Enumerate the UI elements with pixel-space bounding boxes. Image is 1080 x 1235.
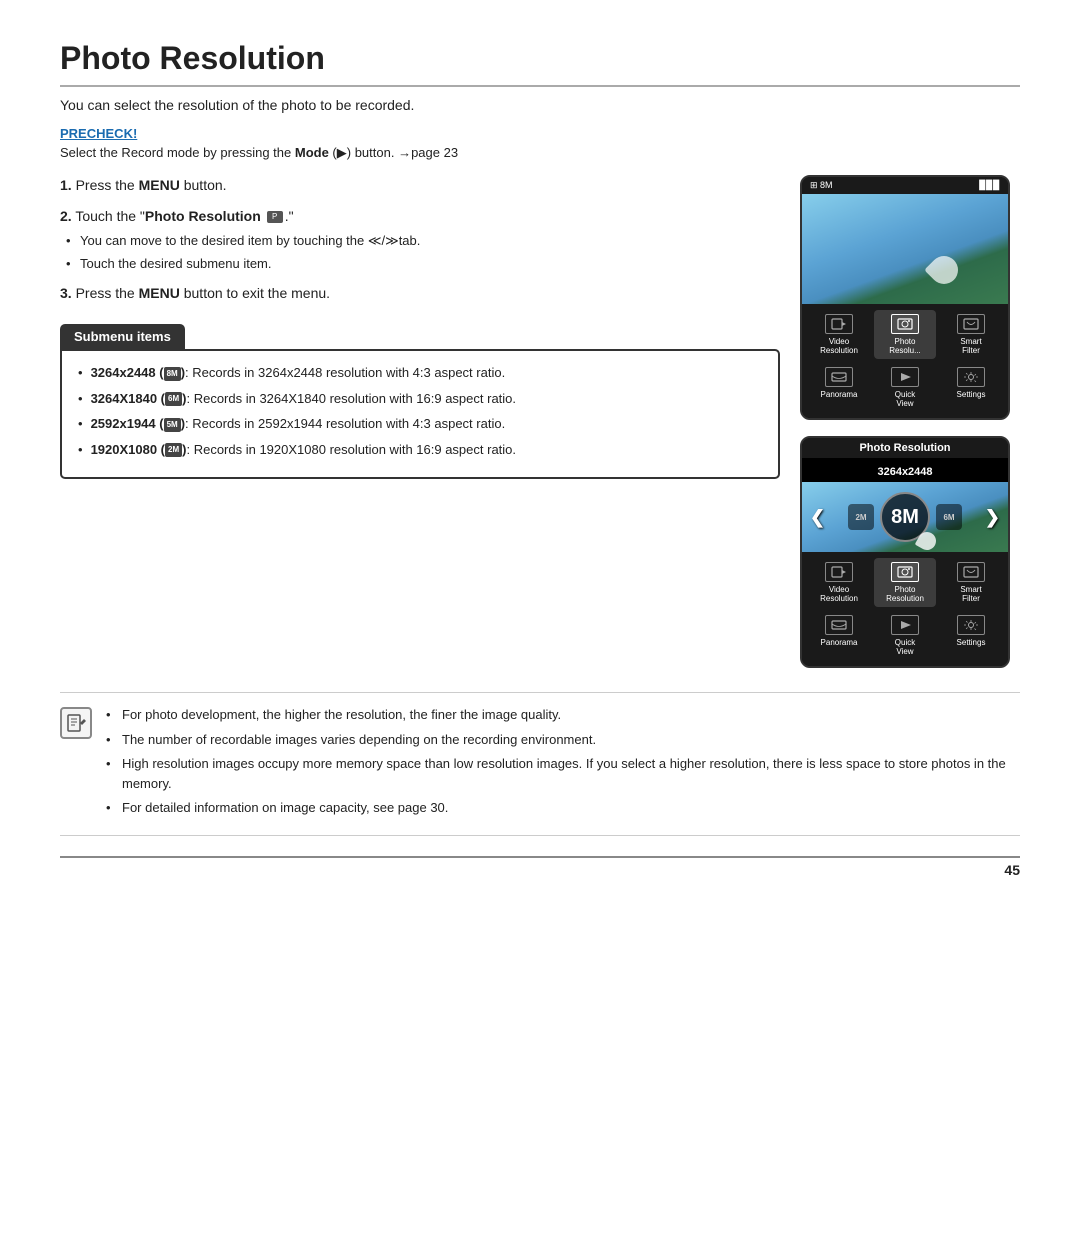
precheck-desc: Select the Record mode by pressing the M…: [60, 145, 1020, 161]
precheck-link[interactable]: PRECHECK!: [60, 126, 137, 141]
camera-menu-grid-1: Video Resolution Photo Resolu... Smart F…: [802, 304, 1008, 418]
camera-top-bar-1: ⊞ 8M ▉▉▉: [802, 177, 1008, 194]
badge-6m: 6M: [165, 392, 182, 406]
resolution-selector: 3264x2448: [802, 458, 1008, 482]
menu-video-res-2: Video Resolution: [808, 558, 870, 607]
carousel-left-arrow[interactable]: ❮: [810, 507, 825, 528]
badge-5m: 5M: [164, 418, 181, 432]
page-number-container: 45: [60, 856, 1020, 878]
submenu-item-2: 3264X1840 (6M): Records in 3264X1840 res…: [78, 389, 762, 409]
camera-image-1: [802, 194, 1008, 304]
mode-icon: ▶: [337, 145, 347, 160]
page-title: Photo Resolution: [60, 40, 1020, 87]
carousel-item-6m: 6M: [936, 504, 962, 530]
panorama-icon-2: [825, 615, 853, 635]
step2-bullet-2: Touch the desired submenu item.: [80, 254, 780, 274]
menu-settings-2: Settings: [940, 611, 1002, 660]
resolution-badge-1: ⊞ 8M: [810, 180, 833, 191]
step1-bold: MENU: [139, 177, 180, 193]
menu-video-res-1: Video Resolution: [808, 310, 870, 359]
menu-photo-res-2: Photo Resolution: [874, 558, 936, 607]
video-res-icon-2: [825, 562, 853, 582]
note-2: The number of recordable images varies d…: [106, 730, 1020, 750]
steps: 1. Press the MENU button. 2. Touch the "…: [60, 175, 780, 304]
intro-text: You can select the resolution of the pho…: [60, 97, 1020, 113]
resolution-value: 3264x2448: [877, 466, 932, 478]
carousel-right-arrow[interactable]: ❯: [985, 507, 1000, 528]
video-res-icon-1: [825, 314, 853, 334]
menu-smart-filter-1: Smart Filter: [940, 310, 1002, 359]
step-2: 2. Touch the "Photo Resolution P." You c…: [60, 206, 780, 273]
step2-bullets: You can move to the desired item by touc…: [60, 231, 780, 273]
badge-8m: 8M: [164, 367, 181, 381]
settings-icon-2: [957, 615, 985, 635]
step3-bold: MENU: [139, 285, 180, 301]
menu-quick-view-1: Quick View: [874, 363, 936, 412]
photo-res-icon-inline: P: [267, 211, 283, 223]
menu-panorama-1: Panorama: [808, 363, 870, 412]
camera-top-bar-2: Photo Resolution: [802, 438, 1008, 458]
finger-touch-1: [924, 250, 964, 290]
note-icon: [60, 707, 92, 739]
menu-smart-filter-2: Smart Filter: [940, 558, 1002, 607]
submenu-item-3: 2592x1944 (5M): Records in 2592x1944 res…: [78, 414, 762, 434]
camera-screen-1: ⊞ 8M ▉▉▉ Video Resolution Pho: [800, 175, 1010, 420]
precheck-section: PRECHECK! Select the Record mode by pres…: [60, 125, 1020, 161]
finger-touch-2: [915, 529, 940, 554]
quick-view-icon-2: [891, 615, 919, 635]
photo-res-icon-menu-2: [891, 562, 919, 582]
settings-icon-1: [957, 367, 985, 387]
step2-bold: Photo Resolution: [145, 208, 261, 224]
mode-bold: Mode: [295, 145, 329, 160]
panorama-icon-1: [825, 367, 853, 387]
notes-section: For photo development, the higher the re…: [60, 692, 1020, 836]
badge-2m: 2M: [165, 443, 182, 457]
note-3: High resolution images occupy more memor…: [106, 754, 1020, 793]
menu-quick-view-2: Quick View: [874, 611, 936, 660]
submenu-content: 3264x2448 (8M): Records in 3264x2448 res…: [60, 349, 780, 479]
carousel-center: 2M 8M 6M: [825, 492, 985, 542]
main-content: 1. Press the MENU button. 2. Touch the "…: [60, 175, 1020, 668]
carousel-item-8m: 8M: [880, 492, 930, 542]
battery-icon-1: ▉▉▉: [979, 180, 1000, 191]
submenu-item-1: 3264x2448 (8M): Records in 3264x2448 res…: [78, 363, 762, 383]
submenu-title: Submenu items: [60, 324, 185, 349]
step-1: 1. Press the MENU button.: [60, 175, 780, 196]
note-1: For photo development, the higher the re…: [106, 705, 1020, 725]
carousel-item-2m: 2M: [848, 504, 874, 530]
menu-panorama-2: Panorama: [808, 611, 870, 660]
submenu-item-4: 1920X1080 (2M): Records in 1920X1080 res…: [78, 440, 762, 460]
submenu-section: Submenu items 3264x2448 (8M): Records in…: [60, 324, 780, 479]
right-column: ⊞ 8M ▉▉▉ Video Resolution Pho: [800, 175, 1020, 668]
notes-list: For photo development, the higher the re…: [106, 705, 1020, 823]
smart-filter-icon-1: [957, 314, 985, 334]
step-3: 3. Press the MENU button to exit the men…: [60, 283, 780, 304]
step2-bullet-1: You can move to the desired item by touc…: [80, 231, 780, 251]
resolution-carousel: ❮ 2M 8M 6M ❯: [802, 482, 1008, 552]
smart-filter-icon-2: [957, 562, 985, 582]
quick-view-icon-1: [891, 367, 919, 387]
menu-photo-res-1: Photo Resolu...: [874, 310, 936, 359]
camera-screen-2: Photo Resolution 3264x2448 ❮ 2M 8M 6M: [800, 436, 1010, 668]
camera-menu-grid-2: Video Resolution Photo Resolution Smart …: [802, 552, 1008, 666]
page-number: 45: [1004, 862, 1020, 878]
note-4: For detailed information on image capaci…: [106, 798, 1020, 818]
camera2-title: Photo Resolution: [859, 442, 950, 454]
menu-settings-1: Settings: [940, 363, 1002, 412]
photo-res-icon-menu-1: [891, 314, 919, 334]
left-column: 1. Press the MENU button. 2. Touch the "…: [60, 175, 780, 668]
